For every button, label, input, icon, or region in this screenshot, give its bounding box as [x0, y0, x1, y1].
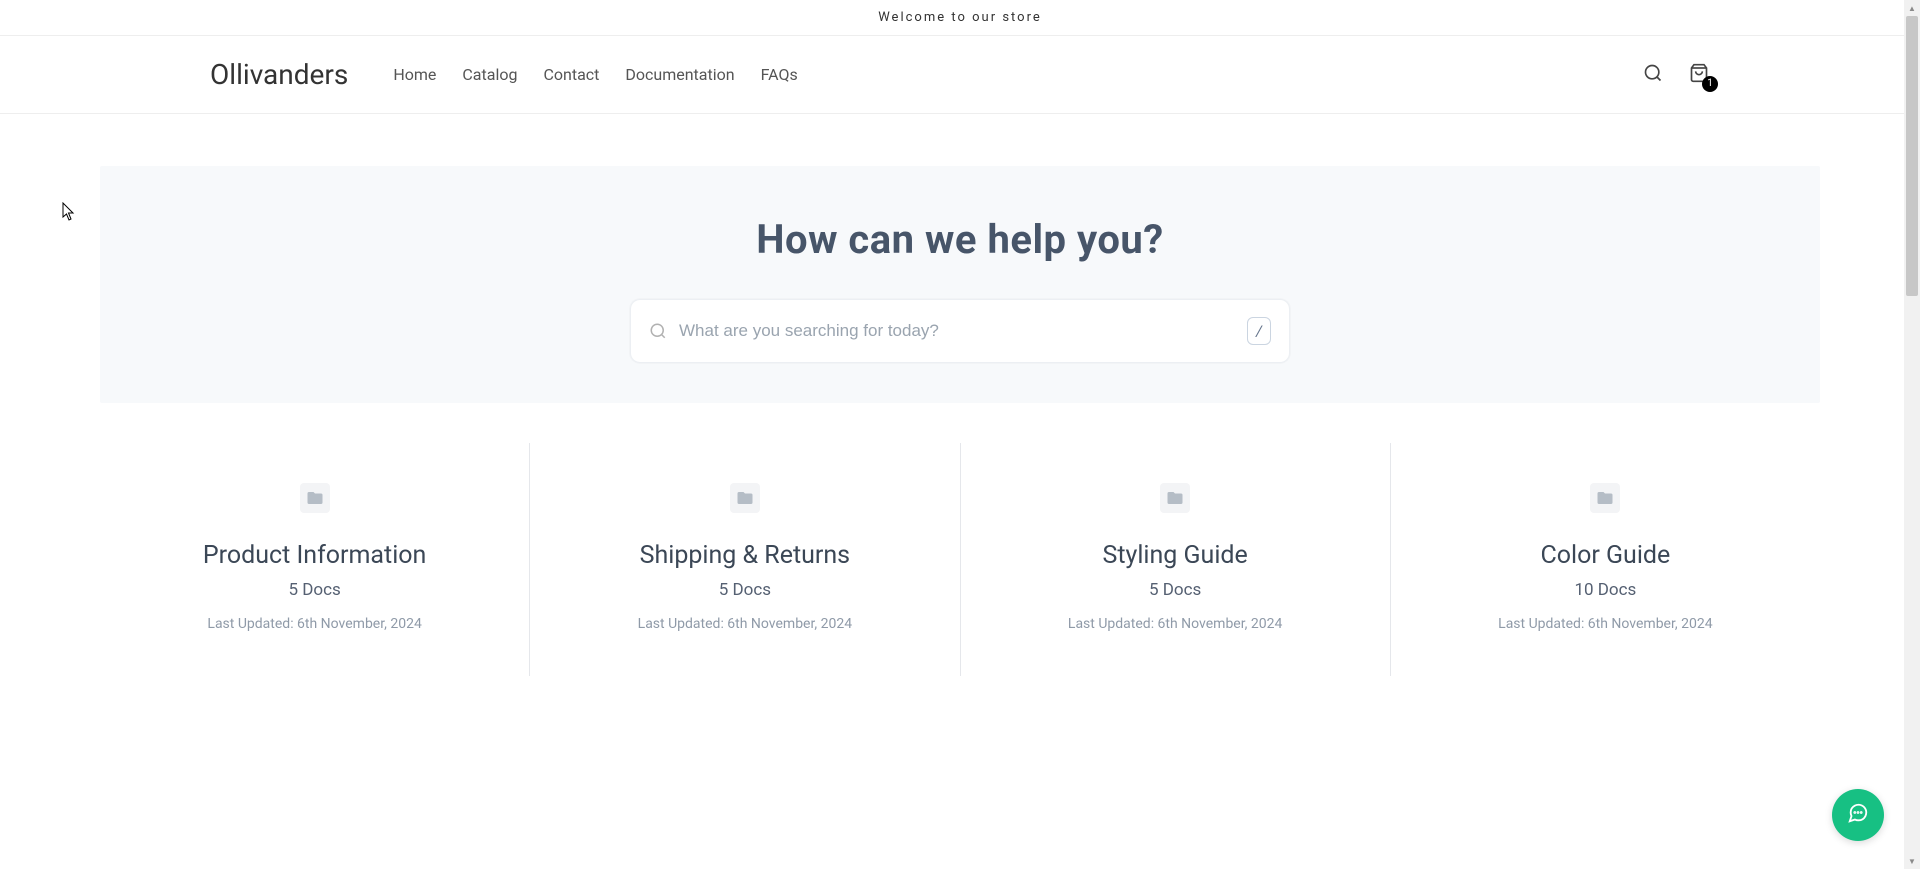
scroll-up-arrow-icon[interactable]: ▲	[1904, 0, 1920, 16]
search-input[interactable]	[679, 321, 1247, 341]
primary-nav: Home Catalog Contact Documentation FAQs	[393, 65, 1642, 84]
scroll-down-arrow-icon[interactable]: ▼	[1904, 853, 1920, 869]
search-container: /	[630, 299, 1290, 363]
folder-icon	[300, 483, 330, 513]
category-grid: Product Information 5 Docs Last Updated:…	[100, 443, 1820, 676]
keyboard-shortcut-hint: /	[1247, 317, 1271, 345]
hero-title: How can we help you?	[100, 216, 1820, 263]
category-title: Color Guide	[1411, 541, 1800, 570]
category-updated: Last Updated: 6th November, 2024	[981, 616, 1370, 632]
folder-icon	[1590, 483, 1620, 513]
scrollbar-thumb[interactable]	[1906, 16, 1918, 296]
category-shipping-returns[interactable]: Shipping & Returns 5 Docs Last Updated: …	[529, 443, 959, 676]
announcement-bar: Welcome to our store	[0, 0, 1920, 36]
cart-button[interactable]: 1	[1688, 64, 1710, 86]
search-icon	[649, 322, 667, 340]
search-icon	[1643, 63, 1663, 87]
nav-faqs[interactable]: FAQs	[761, 65, 798, 84]
category-doc-count: 10 Docs	[1411, 580, 1800, 600]
chat-widget-button[interactable]	[1832, 789, 1884, 841]
folder-icon	[730, 483, 760, 513]
cart-count-badge: 1	[1702, 76, 1718, 92]
site-header: Ollivanders Home Catalog Contact Documen…	[0, 36, 1920, 114]
category-color-guide[interactable]: Color Guide 10 Docs Last Updated: 6th No…	[1390, 443, 1820, 676]
category-title: Product Information	[120, 541, 509, 570]
nav-documentation[interactable]: Documentation	[625, 65, 734, 84]
help-hero: How can we help you? /	[100, 166, 1820, 403]
category-updated: Last Updated: 6th November, 2024	[1411, 616, 1800, 632]
category-styling-guide[interactable]: Styling Guide 5 Docs Last Updated: 6th N…	[960, 443, 1390, 676]
category-doc-count: 5 Docs	[550, 580, 939, 600]
category-doc-count: 5 Docs	[981, 580, 1370, 600]
search-box[interactable]: /	[630, 299, 1290, 363]
folder-icon	[1160, 483, 1190, 513]
category-updated: Last Updated: 6th November, 2024	[550, 616, 939, 632]
mouse-cursor-icon	[62, 202, 76, 222]
vertical-scrollbar[interactable]: ▲ ▼	[1904, 0, 1920, 869]
chat-icon	[1847, 802, 1869, 828]
category-product-information[interactable]: Product Information 5 Docs Last Updated:…	[100, 443, 529, 676]
nav-contact[interactable]: Contact	[543, 65, 599, 84]
nav-catalog[interactable]: Catalog	[462, 65, 517, 84]
announcement-text: Welcome to our store	[878, 10, 1042, 25]
category-updated: Last Updated: 6th November, 2024	[120, 616, 509, 632]
category-title: Shipping & Returns	[550, 541, 939, 570]
category-title: Styling Guide	[981, 541, 1370, 570]
header-actions: 1	[1642, 64, 1710, 86]
nav-home[interactable]: Home	[393, 65, 436, 84]
brand-logo[interactable]: Ollivanders	[210, 58, 348, 91]
search-button[interactable]	[1642, 64, 1664, 86]
category-doc-count: 5 Docs	[120, 580, 509, 600]
